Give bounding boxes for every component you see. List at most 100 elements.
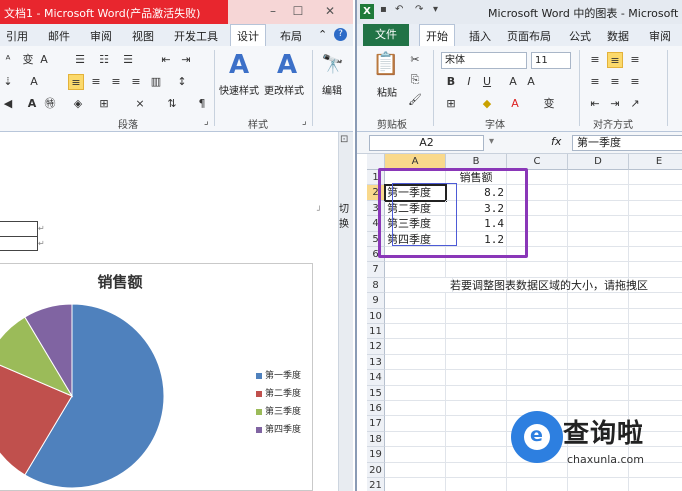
phonetic-icon[interactable]: ◀	[0, 96, 16, 112]
row-header-11[interactable]: 11	[367, 324, 385, 340]
tab-mailings[interactable]: 邮件	[48, 28, 70, 44]
shading-icon[interactable]: ◈	[70, 96, 86, 112]
insert-function-icon[interactable]: fx	[551, 135, 561, 148]
column-header-E[interactable]: E	[629, 154, 682, 170]
text-highlight-icon[interactable]: ⇣	[0, 74, 16, 90]
cell-E10[interactable]	[629, 309, 682, 324]
cell-B11[interactable]	[446, 324, 507, 340]
align-bottom-icon[interactable]: ≡	[627, 52, 643, 68]
cell-C7[interactable]	[507, 262, 568, 278]
redo-icon[interactable]: ↷	[415, 4, 423, 15]
tab-view[interactable]: 视图	[132, 28, 154, 44]
bold-icon[interactable]: B	[443, 74, 459, 90]
cell-A17[interactable]	[385, 416, 446, 432]
paste-label[interactable]: 粘贴	[377, 84, 397, 99]
cell-A18[interactable]	[385, 431, 446, 448]
row-header-17[interactable]: 17	[367, 416, 385, 432]
cell-A21[interactable]	[385, 478, 446, 491]
cell-E2[interactable]	[629, 185, 682, 201]
tab-review[interactable]: 审阅	[90, 28, 112, 44]
row-header-15[interactable]: 15	[367, 385, 385, 401]
underline-icon[interactable]: U	[479, 74, 495, 90]
cell-A8[interactable]: 若要调整图表数据区域的大小，请拖拽区	[385, 277, 648, 294]
distribute-icon[interactable]: ▥	[148, 74, 164, 90]
cell-D4[interactable]	[568, 216, 629, 232]
cell-B16[interactable]	[446, 401, 507, 417]
cell-A10[interactable]	[385, 308, 446, 324]
tab-review[interactable]: 审阅	[649, 28, 671, 44]
cell-E7[interactable]	[629, 262, 682, 278]
align-left-icon[interactable]: ≡	[587, 74, 603, 90]
bullets-icon[interactable]: ☰	[72, 52, 88, 68]
cell-B18[interactable]	[446, 431, 507, 448]
row-header-19[interactable]: 19	[367, 447, 385, 463]
increase-indent-icon[interactable]: ⇥	[178, 52, 194, 68]
font-size-select[interactable]: 11	[531, 52, 571, 69]
shrink-font-icon[interactable]: A	[523, 74, 539, 90]
cell-E4[interactable]	[629, 216, 682, 232]
table-row[interactable]	[0, 221, 38, 236]
font-color-icon[interactable]: A	[507, 96, 523, 112]
tab-file[interactable]: 文件	[363, 24, 409, 46]
cell-E11[interactable]	[629, 324, 682, 340]
cell-E1[interactable]	[629, 170, 682, 186]
quick-styles-icon[interactable]: A	[224, 50, 254, 80]
cell-D15[interactable]	[568, 385, 629, 401]
cell-A15[interactable]	[385, 385, 446, 401]
cell-A11[interactable]	[385, 324, 446, 340]
minimize-button[interactable]: –	[263, 3, 283, 20]
column-header-D[interactable]: D	[568, 154, 629, 170]
find-icon[interactable]: 🔭	[318, 50, 348, 80]
row-header-20[interactable]: 20	[367, 462, 385, 478]
increase-indent-icon[interactable]: ⇥	[607, 96, 623, 112]
row-header-9[interactable]: 9	[367, 293, 385, 309]
tab-developer[interactable]: 开发工具	[174, 28, 218, 44]
cell-B15[interactable]	[446, 385, 507, 401]
pie-chart[interactable]: 销售额 第一季度 第二季度 第三季度 第四季度	[0, 263, 313, 491]
cell-D5[interactable]	[568, 231, 629, 247]
cell-A16[interactable]	[385, 401, 446, 417]
justify-icon[interactable]: ≡	[128, 74, 144, 90]
sort-icon[interactable]: ⇅	[164, 96, 180, 112]
cell-D7[interactable]	[568, 262, 629, 278]
char-shading-icon[interactable]: A	[24, 96, 40, 112]
maximize-button[interactable]: ☐	[288, 3, 308, 20]
cell-B7[interactable]	[446, 262, 507, 278]
row-header-18[interactable]: 18	[367, 431, 385, 448]
table-row[interactable]	[0, 236, 38, 251]
enclose-char-icon[interactable]: ㊕	[42, 96, 58, 112]
cell-E6[interactable]	[629, 247, 682, 263]
row-header-14[interactable]: 14	[367, 370, 385, 386]
cell-C15[interactable]	[507, 385, 568, 401]
cell-A12[interactable]	[385, 339, 446, 355]
save-icon[interactable]: ▪	[380, 4, 387, 15]
cell-B9[interactable]	[446, 293, 507, 309]
tab-page-layout[interactable]: 页面布局	[507, 28, 551, 44]
tab-layout[interactable]: 布局	[280, 28, 302, 44]
name-box-dropdown-icon[interactable]: ▾	[489, 136, 494, 147]
edit-label[interactable]: 编辑	[322, 82, 342, 97]
change-styles-label[interactable]: 更改样式	[264, 82, 304, 97]
cell-A9[interactable]	[385, 293, 446, 309]
shrink-font-icon[interactable]: ᴬ	[0, 52, 16, 68]
clear-format-icon[interactable]: A	[36, 52, 52, 68]
align-right-icon[interactable]: ≡	[627, 74, 643, 90]
name-box[interactable]: A2	[369, 135, 484, 151]
chinese-layout-icon[interactable]: ⨯	[132, 96, 148, 112]
vertical-scrollbar[interactable]: ⊡ 切换	[338, 132, 353, 491]
row-header-7[interactable]: 7	[367, 262, 385, 278]
align-top-icon[interactable]: ≡	[587, 52, 603, 68]
row-header-13[interactable]: 13	[367, 354, 385, 371]
cell-D14[interactable]	[568, 370, 629, 386]
fill-color-icon[interactable]: ◆	[479, 96, 495, 112]
collapse-ribbon-icon[interactable]: ⌃	[318, 28, 327, 41]
cell-B13[interactable]	[446, 354, 507, 371]
cell-E14[interactable]	[629, 370, 682, 386]
cell-A13[interactable]	[385, 354, 446, 371]
cell-C9[interactable]	[507, 293, 568, 309]
tab-home[interactable]: 开始	[419, 24, 455, 46]
row-header-8[interactable]: 8	[367, 277, 385, 294]
cell-A7[interactable]	[385, 262, 446, 278]
cell-E9[interactable]	[629, 293, 682, 309]
change-case-icon[interactable]: 变	[20, 52, 36, 68]
